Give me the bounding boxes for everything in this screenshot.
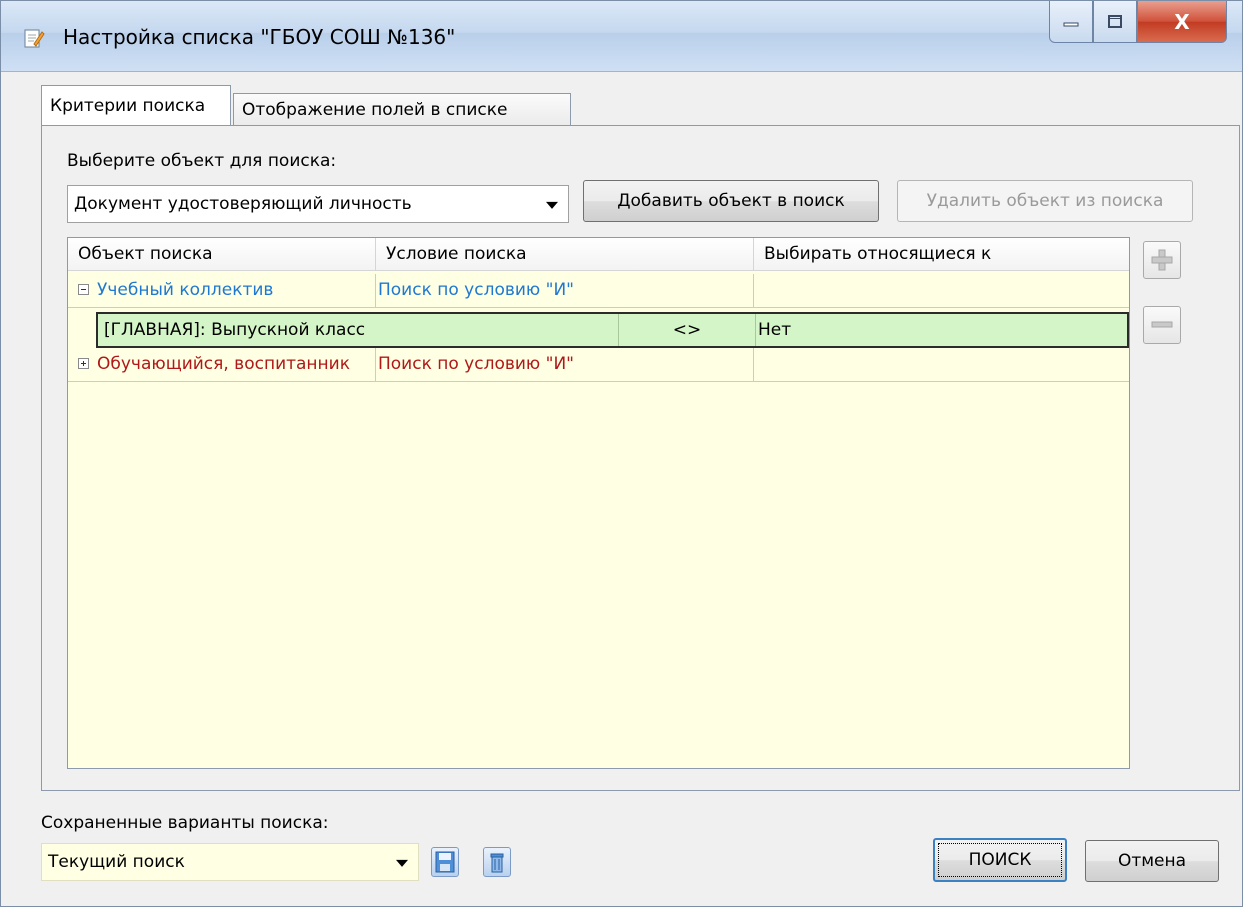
condition-cell: Поиск по условию "И" <box>376 348 754 381</box>
saved-search-select[interactable]: Текущий поиск <box>41 843 419 881</box>
saved-searches-label: Сохраненные варианты поиска: <box>41 813 329 833</box>
search-object-select[interactable]: Документ удостоверяющий личность <box>67 185 569 223</box>
minimize-button[interactable] <box>1049 1 1093 43</box>
delete-search-button[interactable] <box>483 847 511 877</box>
search-object-value: Документ удостоверяющий личность <box>74 194 412 214</box>
relates-cell <box>754 274 1129 307</box>
dialog-window: Настройка списка "ГБОУ СОШ №136" X Крите… <box>0 0 1243 907</box>
tab-field-display[interactable]: Отображение полей в списке <box>233 93 571 127</box>
object-name: Обучающийся, воспитанник <box>97 354 350 374</box>
saved-search-value: Текущий поиск <box>48 852 185 872</box>
search-button[interactable]: ПОИСК <box>933 838 1067 882</box>
trash-icon <box>490 853 504 873</box>
column-header-object[interactable]: Объект поиска <box>68 238 376 270</box>
title-bar[interactable]: Настройка списка "ГБОУ СОШ №136" X <box>1 1 1242 72</box>
condition-field: [ГЛАВНАЯ]: Выпускной класс <box>104 320 366 340</box>
maximize-icon <box>1108 14 1122 28</box>
minimize-icon <box>1063 22 1079 26</box>
table-row[interactable]: Обучающийся, воспитанник Поиск по услови… <box>68 348 1129 382</box>
remove-row-button[interactable] <box>1143 306 1181 344</box>
object-cell: Обучающийся, воспитанник <box>68 348 376 381</box>
search-object-label: Выберите объект для поиска: <box>67 151 337 171</box>
add-row-button[interactable] <box>1143 241 1181 279</box>
expand-icon[interactable] <box>78 357 89 369</box>
column-header-condition[interactable]: Условие поиска <box>376 238 754 270</box>
window-title: Настройка списка "ГБОУ СОШ №136" <box>63 25 456 49</box>
chevron-down-icon <box>396 859 408 867</box>
relates-cell <box>754 348 1129 381</box>
column-header-relates[interactable]: Выбирать относящиеся к <box>754 238 1129 270</box>
close-icon: X <box>1174 9 1190 34</box>
object-name: Учебный коллектив <box>97 280 274 300</box>
condition-cell: Поиск по условию "И" <box>376 274 754 307</box>
condition-value: Нет <box>758 320 792 340</box>
maximize-button[interactable] <box>1093 1 1137 43</box>
object-cell: Учебный коллектив <box>68 274 376 307</box>
floppy-disk-icon <box>435 851 455 873</box>
close-button[interactable]: X <box>1137 1 1227 43</box>
save-search-button[interactable] <box>431 847 459 877</box>
edit-list-icon <box>24 29 45 48</box>
selected-condition-row[interactable]: [ГЛАВНАЯ]: Выпускной класс <> Нет <box>96 312 1129 348</box>
minus-icon <box>1151 321 1173 328</box>
add-object-button[interactable]: Добавить объект в поиск <box>583 180 879 222</box>
grid-header: Объект поиска Условие поиска Выбирать от… <box>68 238 1129 271</box>
cancel-button[interactable]: Отмена <box>1085 840 1219 882</box>
tab-search-criteria[interactable]: Критерии поиска <box>41 85 231 125</box>
remove-object-button[interactable]: Удалить объект из поиска <box>897 180 1193 222</box>
condition-operator: <> <box>618 314 756 346</box>
collapse-icon[interactable] <box>78 283 89 295</box>
search-criteria-grid: Объект поиска Условие поиска Выбирать от… <box>67 237 1130 769</box>
plus-icon <box>1151 249 1173 271</box>
chevron-down-icon <box>546 201 558 209</box>
table-row[interactable]: Учебный коллектив Поиск по условию "И" <box>68 274 1129 308</box>
